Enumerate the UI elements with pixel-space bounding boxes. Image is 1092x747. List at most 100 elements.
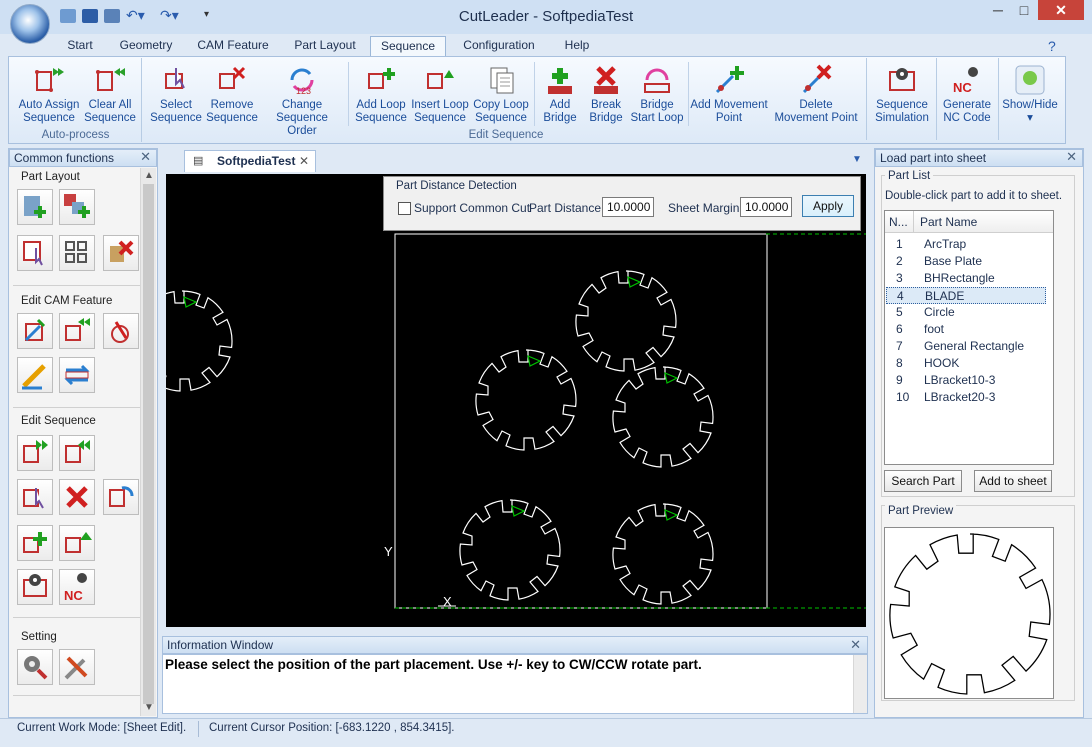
close-panel-icon[interactable]: ✕ bbox=[140, 149, 151, 165]
add-bridge-label: Add Bridge bbox=[543, 99, 577, 124]
close-panel-icon[interactable]: ✕ bbox=[1066, 149, 1077, 165]
table-row[interactable]: 2 Base Plate bbox=[886, 253, 1046, 270]
delete-part-icon[interactable] bbox=[103, 235, 139, 271]
part-list-label: Part List bbox=[885, 170, 934, 182]
close-info-icon[interactable]: ✕ bbox=[850, 637, 861, 653]
swap-feature-icon[interactable] bbox=[59, 357, 95, 393]
add-to-sheet-button[interactable]: Add to sheet bbox=[974, 470, 1052, 492]
tab-configuration[interactable]: Configuration bbox=[452, 36, 546, 56]
part-placement-icon[interactable] bbox=[17, 235, 53, 271]
close-button[interactable]: ✕ bbox=[1038, 0, 1084, 20]
table-row[interactable]: 5 Circle bbox=[886, 304, 1046, 321]
add-loop-icon[interactable] bbox=[17, 525, 53, 561]
add-movement-point-button[interactable]: Add Movement Point bbox=[686, 60, 772, 125]
part-preview-drawing bbox=[889, 533, 1051, 695]
change-order-icon[interactable] bbox=[103, 479, 139, 515]
table-row[interactable]: 9 LBracket10-3 bbox=[886, 372, 1046, 389]
table-header: N... Part Name bbox=[885, 211, 1053, 233]
remove-sequence-icon[interactable] bbox=[59, 479, 95, 515]
part-blade-3[interactable] bbox=[475, 349, 577, 451]
left-panel-scrollbar[interactable]: ▲ ▼ bbox=[140, 168, 156, 716]
part-blade-6[interactable] bbox=[612, 503, 714, 605]
close-tab-icon[interactable]: ✕ bbox=[299, 151, 309, 171]
table-row[interactable]: 4 BLADE bbox=[886, 287, 1046, 304]
table-row[interactable]: 7 General Rectangle bbox=[886, 338, 1046, 355]
document-tab-label: SoftpediaTest bbox=[217, 154, 296, 168]
part-blade-4[interactable] bbox=[612, 366, 714, 468]
minimize-button[interactable]: ─ bbox=[986, 0, 1010, 20]
sheet-canvas[interactable]: Y X bbox=[166, 174, 866, 627]
copy-loop-label: Copy Loop Sequence bbox=[473, 99, 529, 124]
bridge-start-loop-button[interactable]: Bridge Start Loop bbox=[628, 60, 686, 125]
table-row[interactable]: 3 BHRectangle bbox=[886, 270, 1046, 287]
help-icon[interactable]: ? bbox=[1048, 38, 1056, 54]
part-number: 6 bbox=[896, 322, 903, 336]
part-name: LBracket20-3 bbox=[924, 390, 996, 404]
insert-loop-icon[interactable] bbox=[59, 525, 95, 561]
tab-cam-feature[interactable]: CAM Feature bbox=[188, 36, 278, 56]
clear-all-sequence-button[interactable]: Clear All Sequence bbox=[82, 60, 138, 125]
part-list-table[interactable]: N... Part Name 1 ArcTrap 2 Base Plate 3 BHRec… bbox=[884, 210, 1054, 465]
table-row[interactable]: 8 HOOK bbox=[886, 355, 1046, 372]
select-sequence-icon[interactable] bbox=[17, 479, 53, 515]
tab-geometry[interactable]: Geometry bbox=[110, 36, 182, 56]
svg-text:123: 123 bbox=[296, 86, 311, 96]
insert-loop-icon bbox=[427, 70, 454, 89]
table-row[interactable]: 6 foot bbox=[886, 321, 1046, 338]
part-blade-2[interactable] bbox=[575, 270, 677, 372]
column-part-name[interactable]: Part Name bbox=[920, 215, 977, 229]
tab-start[interactable]: Start bbox=[56, 36, 104, 56]
auto-sequence-icon[interactable] bbox=[17, 435, 53, 471]
sequence-simulation-button[interactable]: Sequence Simulation bbox=[870, 60, 934, 125]
scrollbar-thumb[interactable] bbox=[143, 184, 154, 704]
select-sequence-button[interactable]: Select Sequence bbox=[148, 60, 204, 125]
grid-array-icon[interactable] bbox=[59, 235, 95, 271]
break-bridge-label: Break Bridge bbox=[589, 99, 623, 124]
scroll-down-icon[interactable]: ▼ bbox=[144, 702, 154, 713]
table-row[interactable]: 10 LBracket20-3 bbox=[886, 389, 1046, 406]
tab-list-icon[interactable]: ▼ bbox=[852, 154, 862, 165]
support-common-cut-checkbox[interactable] bbox=[398, 202, 411, 215]
add-loop-sequence-button[interactable]: Add Loop Sequence bbox=[352, 60, 410, 125]
insert-loop-sequence-button[interactable]: Insert Loop Sequence bbox=[410, 60, 470, 125]
clear-sequence-icon[interactable] bbox=[59, 435, 95, 471]
x-axis-label: X bbox=[443, 594, 452, 609]
add-movement-point-label: Add Movement Point bbox=[690, 99, 768, 124]
add-part-array-icon[interactable] bbox=[59, 189, 95, 225]
part-list-hint: Double-click part to add it to sheet. bbox=[885, 190, 1063, 202]
apply-button[interactable]: Apply bbox=[802, 195, 854, 217]
tab-help[interactable]: Help bbox=[552, 36, 602, 56]
generate-nc-code-button[interactable]: NC Generate NC Code bbox=[938, 60, 996, 125]
tab-part-layout[interactable]: Part Layout bbox=[284, 36, 366, 56]
document-tab[interactable]: ▤ SoftpediaTest ✕ bbox=[184, 150, 316, 172]
add-bridge-button[interactable]: Add Bridge bbox=[536, 60, 584, 125]
simulation-icon[interactable] bbox=[17, 569, 53, 605]
show-hide-button[interactable]: Show/Hide ▾ bbox=[1000, 60, 1060, 125]
reverse-direction-icon[interactable] bbox=[59, 313, 95, 349]
maximize-button[interactable]: □ bbox=[1012, 0, 1036, 20]
nc-code-icon[interactable]: NC bbox=[59, 569, 95, 605]
window-title: CutLeader - SoftpediaTest bbox=[458, 8, 634, 25]
remove-sequence-button[interactable]: Remove Sequence bbox=[204, 60, 260, 125]
tab-sequence[interactable]: Sequence bbox=[370, 36, 446, 56]
copy-loop-sequence-button[interactable]: Copy Loop Sequence bbox=[470, 60, 532, 125]
scroll-up-icon[interactable]: ▲ bbox=[144, 170, 154, 181]
search-part-button[interactable]: Search Part bbox=[884, 470, 962, 492]
column-number[interactable]: N... bbox=[889, 215, 908, 229]
change-sequence-order-button[interactable]: 123 Change Sequence Order bbox=[260, 60, 344, 138]
auto-assign-sequence-button[interactable]: Auto Assign Sequence bbox=[16, 60, 82, 125]
settings-gear-icon[interactable] bbox=[17, 649, 53, 685]
delete-movement-point-button[interactable]: Delete Movement Point bbox=[768, 60, 864, 125]
info-scrollbar[interactable] bbox=[853, 655, 867, 713]
micro-joint-icon[interactable] bbox=[103, 313, 139, 349]
add-part-icon[interactable] bbox=[17, 189, 53, 225]
part-distance-input[interactable]: 10.0000 bbox=[602, 197, 654, 217]
break-bridge-button[interactable]: Break Bridge bbox=[582, 60, 630, 125]
part-blade-5[interactable] bbox=[459, 499, 561, 601]
sheet-margin-input[interactable]: 10.0000 bbox=[740, 197, 792, 217]
lead-in-icon[interactable] bbox=[17, 313, 53, 349]
part-blade-1[interactable] bbox=[166, 290, 233, 392]
table-row[interactable]: 1 ArcTrap bbox=[886, 236, 1046, 253]
tools-icon[interactable] bbox=[59, 649, 95, 685]
edit-feature-icon[interactable] bbox=[17, 357, 53, 393]
